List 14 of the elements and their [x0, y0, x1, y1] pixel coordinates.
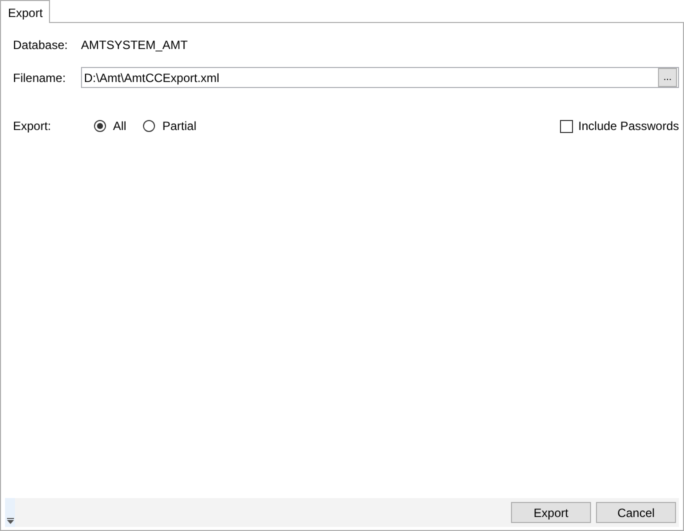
- overflow-icon: [7, 518, 14, 524]
- footer-button[interactable]: Cancel: [596, 502, 676, 523]
- field-label: Database:: [13, 37, 69, 54]
- footer-button[interactable]: Export: [511, 502, 591, 523]
- include-passwords-checkbox[interactable]: Include Passwords: [560, 117, 679, 135]
- field-label: Filename:: [13, 70, 67, 86]
- database-value: AMTSYSTEM_AMT: [81, 37, 188, 54]
- browse-button[interactable]: ...: [658, 68, 677, 87]
- tab[interactable]: Export: [0, 0, 50, 23]
- radio-option[interactable]: Partial: [143, 117, 196, 135]
- radio-option[interactable]: All: [94, 117, 126, 135]
- overflow-strip[interactable]: [5, 498, 15, 527]
- field-label: Export:: [13, 118, 52, 135]
- filename-field[interactable]: D:\Amt\AmtCCExport.xml ...: [81, 67, 679, 88]
